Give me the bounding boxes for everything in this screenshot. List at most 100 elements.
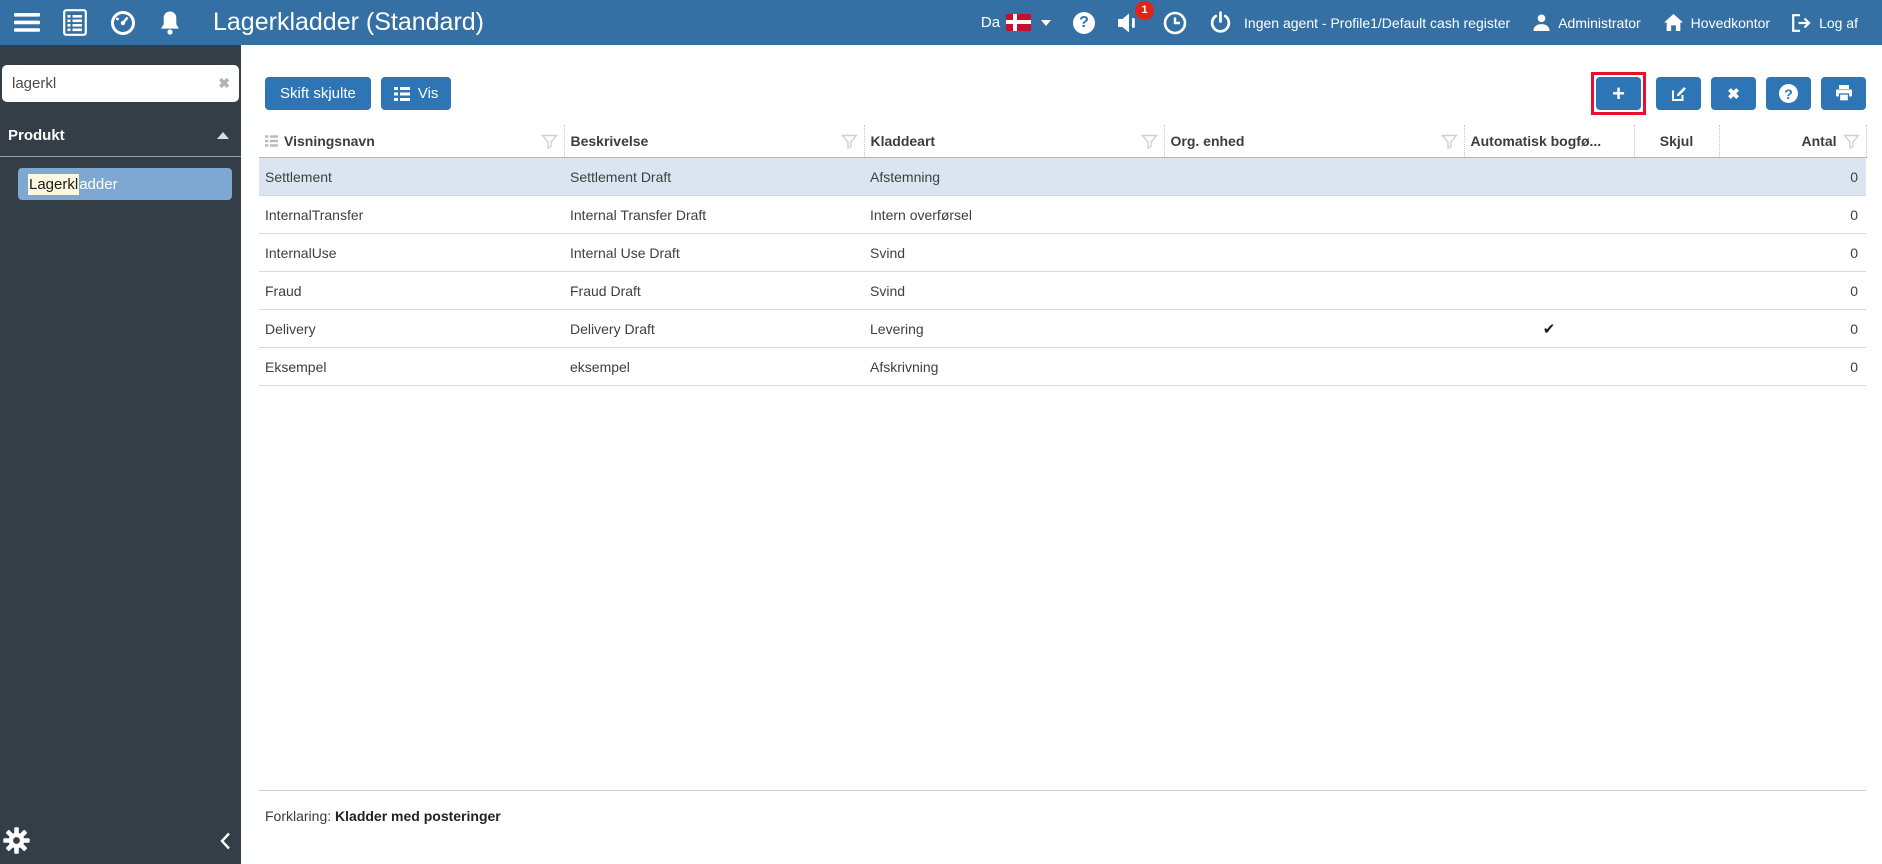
list-icon [393, 86, 410, 101]
section-label: Produkt [8, 127, 65, 144]
sound-icon[interactable]: 1 [1117, 0, 1155, 34]
data-table: Visningsnavn Beskrivelse Kladdeart Org. enh… [259, 125, 1867, 386]
cell: Svind [864, 271, 1164, 310]
page-title: Lagerkladder (Standard) [213, 8, 484, 36]
column-label: Visningsnavn [284, 133, 375, 149]
table-row[interactable]: Settlement Settlement Draft Afstemning 0 [259, 157, 1866, 196]
sidebar-search: ✖ [2, 65, 239, 102]
bell-icon[interactable] [159, 10, 181, 36]
footer-divider [259, 790, 1866, 791]
footer-value: Kladder med posteringer [335, 808, 501, 824]
cell [1634, 309, 1719, 348]
column-header-1[interactable]: Beskrivelse [564, 125, 865, 158]
printer-icon [1835, 85, 1853, 102]
cell [1634, 271, 1719, 310]
toggle-hidden-button[interactable]: Skift skjulte [265, 77, 371, 110]
cell: Delivery [259, 309, 564, 348]
filter-icon[interactable] [1140, 133, 1158, 150]
location-menu[interactable]: Hovedkontor [1663, 13, 1770, 32]
sidebar-item-lagerkladder[interactable]: Lagerkladder [18, 168, 232, 200]
cell: Afskrivning [864, 347, 1164, 386]
cell [1464, 195, 1634, 234]
logout-icon [1792, 13, 1812, 32]
column-label: Beskrivelse [570, 133, 649, 149]
cell: 0 [1719, 309, 1866, 348]
edit-button[interactable] [1656, 77, 1701, 110]
cell: Fraud Draft [564, 271, 864, 310]
cell: eksempel [564, 347, 864, 386]
filter-icon[interactable] [1440, 133, 1458, 150]
cell [1164, 309, 1464, 348]
filter-icon[interactable] [1842, 133, 1860, 150]
location-name: Hovedkontor [1690, 14, 1771, 31]
delete-button[interactable]: ✖ [1711, 77, 1756, 110]
filter-icon[interactable] [840, 133, 858, 150]
action-buttons: + ✖ ? [1591, 72, 1866, 115]
table-header-row: Visningsnavn Beskrivelse Kladdeart Org. enh… [259, 125, 1867, 158]
danish-flag-icon [1006, 14, 1032, 31]
sidebar-collapse-icon[interactable] [219, 832, 231, 855]
cell: Afstemning [864, 157, 1164, 196]
sidebar-divider [0, 156, 241, 157]
settings-gear-icon[interactable] [3, 827, 30, 859]
column-label: Org. enhed [1170, 133, 1245, 149]
checkmark-icon: ✔ [1542, 320, 1556, 338]
view-button[interactable]: Vis [380, 77, 452, 110]
cell: Fraud [259, 271, 564, 310]
cell [1634, 233, 1719, 272]
cell [1634, 157, 1719, 196]
logout-button[interactable]: Log af [1792, 13, 1858, 32]
column-header-5[interactable]: Skjul [1634, 125, 1720, 158]
hamburger-menu-icon[interactable] [14, 13, 40, 32]
filter-icon[interactable] [540, 133, 558, 150]
dashboard-speedometer-icon[interactable] [110, 10, 136, 36]
language-label: Da [980, 14, 1001, 31]
help-button[interactable]: ? [1766, 77, 1811, 110]
table-body: Settlement Settlement Draft Afstemning 0 Int… [259, 157, 1866, 386]
home-icon [1663, 13, 1684, 32]
column-header-2[interactable]: Kladdeart [864, 125, 1165, 158]
logout-label: Log af [1819, 14, 1858, 31]
topbar: Lagerkladder (Standard) Da ? 1 Ingen age… [0, 0, 1882, 45]
table-row[interactable]: InternalTransfer Internal Transfer Draft I… [259, 195, 1866, 234]
table-row[interactable]: Delivery Delivery Draft Levering ✔ 0 [259, 309, 1866, 348]
search-match-highlight: Lagerkl [28, 173, 80, 195]
cell: Internal Transfer Draft [564, 195, 864, 234]
cell: Eksempel [259, 347, 564, 386]
column-label: Skjul [1659, 133, 1694, 149]
table-row[interactable]: Eksempel eksempel Afskrivning 0 [259, 347, 1866, 386]
user-name: Administrator [1558, 14, 1641, 31]
language-selector[interactable]: Da [980, 14, 1052, 31]
cell: Internal Use Draft [564, 233, 864, 272]
cell [1164, 271, 1464, 310]
clear-search-icon[interactable]: ✖ [218, 75, 230, 92]
item-rest: adder [79, 175, 118, 193]
cell: Intern overførsel [864, 195, 1164, 234]
document-list-icon[interactable] [63, 9, 87, 36]
help-icon[interactable]: ? [1073, 11, 1096, 34]
history-clock-icon[interactable] [1163, 11, 1187, 35]
cell: Svind [864, 233, 1164, 272]
list-grid-icon [265, 135, 278, 147]
cell: Settlement [259, 157, 564, 196]
search-input[interactable] [2, 65, 239, 102]
sidebar-section-produkt[interactable]: Produkt [8, 127, 229, 144]
print-button[interactable] [1821, 77, 1866, 110]
cell [1634, 195, 1719, 234]
main-content: Skift skjulte Vis + ✖ ? Visningsnavn Bes… [241, 45, 1882, 864]
user-menu[interactable]: Administrator [1532, 13, 1641, 32]
cell: InternalTransfer [259, 195, 564, 234]
power-icon[interactable] [1209, 11, 1232, 34]
column-header-0[interactable]: Visningsnavn [259, 125, 565, 158]
footer-label: Forklaring: [265, 808, 332, 824]
column-header-4[interactable]: Automatisk bogfø... [1464, 125, 1635, 158]
footer-note: Forklaring: Kladder med posteringer [265, 808, 501, 824]
column-header-3[interactable]: Org. enhed [1164, 125, 1465, 158]
cell [1164, 233, 1464, 272]
add-button[interactable]: + [1596, 77, 1641, 110]
column-header-6[interactable]: Antal [1719, 125, 1867, 158]
table-row[interactable]: InternalUse Internal Use Draft Svind 0 [259, 233, 1866, 272]
cell [1464, 347, 1634, 386]
table-row[interactable]: Fraud Fraud Draft Svind 0 [259, 271, 1866, 310]
cell: 0 [1719, 157, 1866, 196]
